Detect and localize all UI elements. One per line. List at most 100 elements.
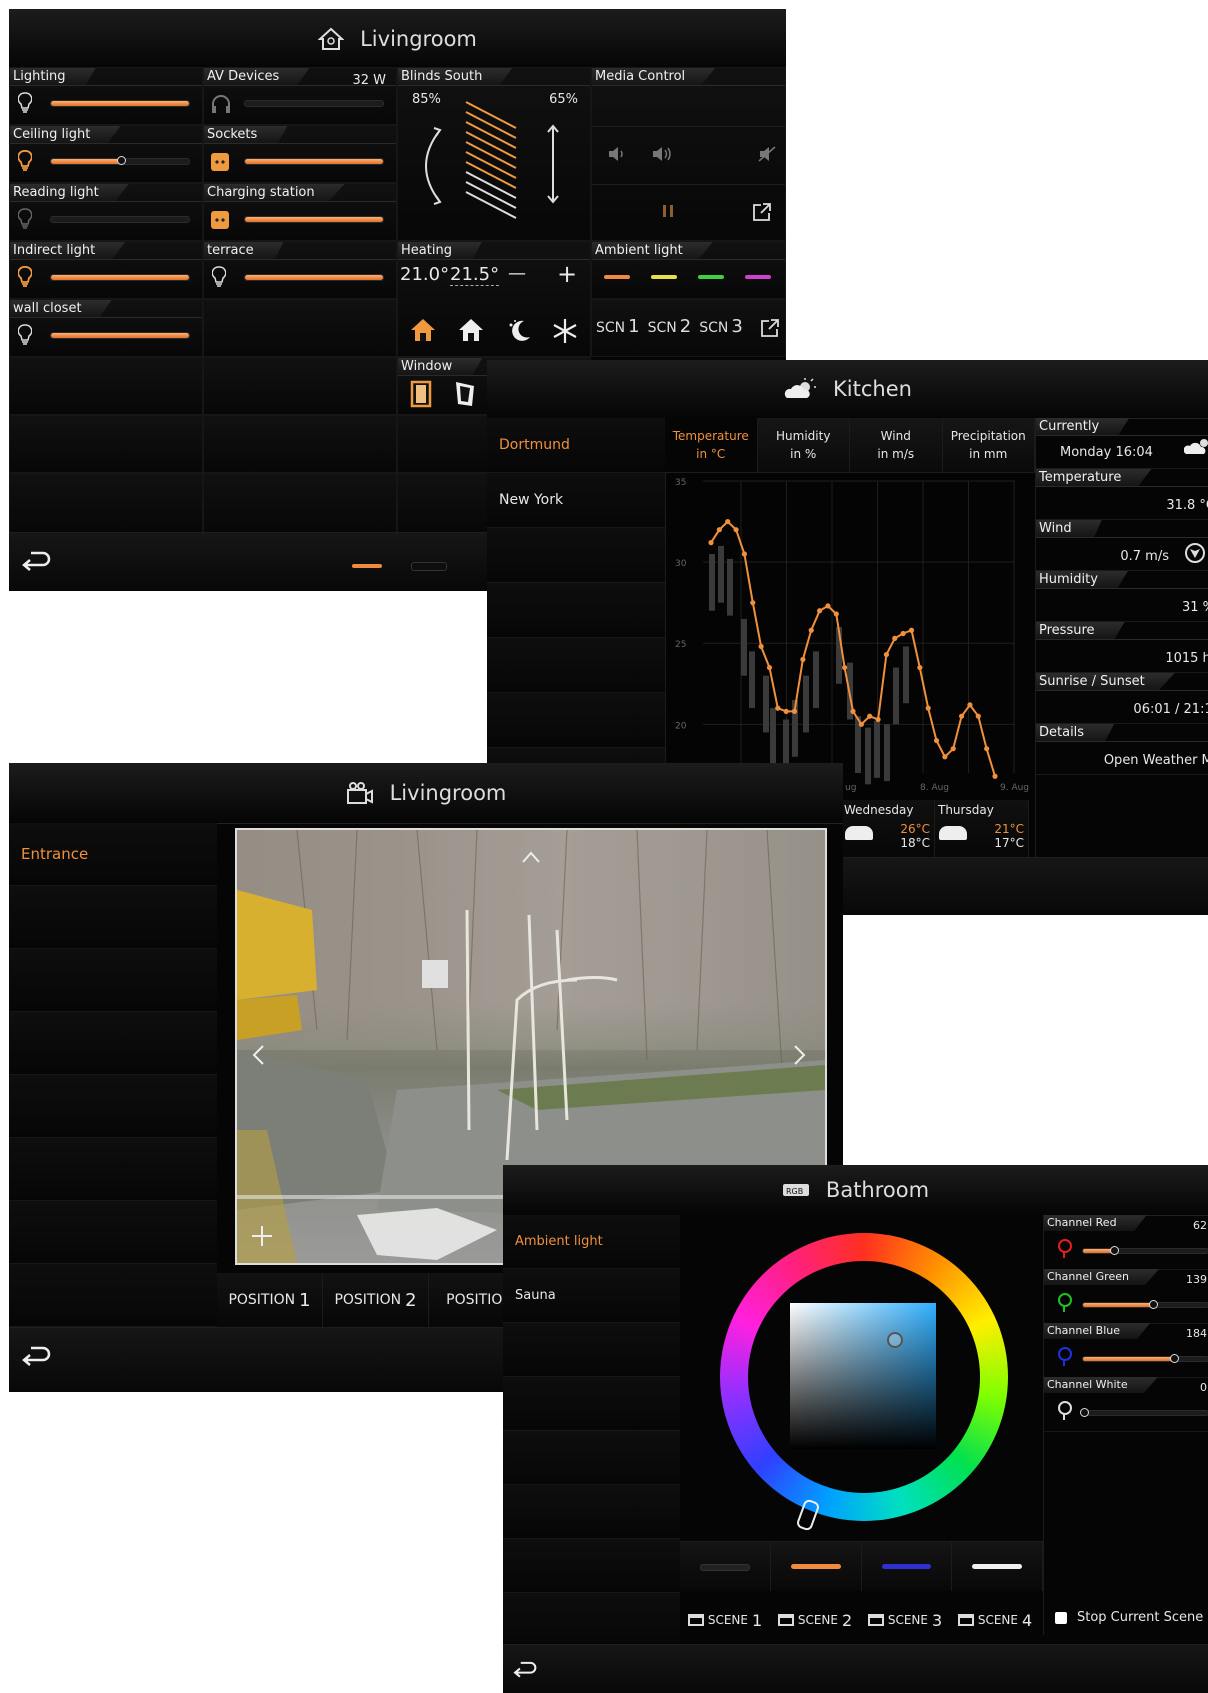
tile-media-control[interactable]: Media Control: [591, 67, 786, 241]
chart-tab[interactable]: Wind in m/s: [850, 418, 943, 473]
tile-ambient-light[interactable]: Ambient light: [591, 241, 786, 299]
volume-down-icon[interactable]: [608, 146, 626, 162]
slider-knob[interactable]: [1148, 1300, 1158, 1309]
scene-button[interactable]: SCN 3: [699, 316, 743, 337]
night-mode-icon[interactable]: [506, 318, 532, 344]
camera-position-button[interactable]: POSITION 2: [323, 1273, 429, 1327]
color-picker-handle[interactable]: [887, 1332, 903, 1348]
color-preset[interactable]: [680, 1541, 771, 1591]
ceiling-light-slider[interactable]: [50, 156, 190, 165]
details-block[interactable]: Details Open Weather Map: [1036, 724, 1208, 775]
chart-tab[interactable]: Temperature in °C: [665, 418, 758, 473]
chart-tab[interactable]: Precipitation in mm: [942, 418, 1035, 473]
scene-button[interactable]: SCN 2: [648, 316, 692, 337]
indirect-light-slider[interactable]: [50, 274, 190, 281]
av-devices-slider[interactable]: [244, 100, 384, 107]
color-preset[interactable]: [952, 1541, 1043, 1591]
channel-control[interactable]: Channel White 0: [1044, 1377, 1208, 1432]
external-link-icon[interactable]: [760, 318, 780, 338]
tile-lighting[interactable]: Lighting: [9, 67, 203, 125]
tile-label: Sockets: [204, 126, 288, 144]
humidity-value: 31 %: [1181, 600, 1208, 615]
mute-icon[interactable]: [758, 146, 776, 162]
heating-minus-button[interactable]: —: [508, 263, 526, 284]
room-list-item[interactable]: Sauna: [503, 1269, 680, 1323]
pause-icon[interactable]: [662, 204, 674, 218]
back-arrow-icon[interactable]: [19, 549, 51, 577]
channel-control[interactable]: Channel Red 62: [1044, 1215, 1208, 1270]
heating-setpoint[interactable]: 21.5°: [450, 264, 500, 286]
tile-blinds-south[interactable]: Blinds South 85% 65%: [397, 67, 591, 241]
stop-scene-checkbox[interactable]: [1055, 1611, 1067, 1624]
tile-terrace[interactable]: terrace: [203, 241, 397, 299]
back-arrow-icon[interactable]: [511, 1659, 537, 1683]
tile-reading-light[interactable]: Reading light: [9, 183, 203, 241]
heating-plus-button[interactable]: +: [557, 260, 577, 288]
external-link-icon[interactable]: [752, 202, 772, 222]
tile-sockets[interactable]: Sockets: [203, 125, 397, 183]
scene-button[interactable]: SCENE 2: [770, 1611, 860, 1630]
blind-position-arrow-icon[interactable]: [546, 124, 560, 204]
slider-knob[interactable]: [1110, 1246, 1119, 1255]
channel-slider[interactable]: [1082, 1354, 1208, 1363]
zoom-in-icon[interactable]: [251, 1225, 273, 1247]
camera-list-item[interactable]: Entrance: [9, 823, 217, 886]
chart-tab[interactable]: Humidity in %: [757, 418, 850, 473]
page-title: Livingroom: [360, 27, 477, 51]
saturation-value-square[interactable]: [790, 1303, 936, 1449]
tile-indirect-light[interactable]: Indirect light: [9, 241, 203, 299]
tile-av-devices[interactable]: AV Devices 32 W: [203, 67, 397, 125]
camera-position-button[interactable]: POSITION 1: [217, 1273, 323, 1327]
ambient-color-swatch[interactable]: [651, 275, 677, 279]
tile-label: Ambient light: [592, 242, 713, 260]
scene-button[interactable]: SCENE 1: [680, 1611, 770, 1630]
slider-knob[interactable]: [117, 156, 126, 165]
color-preset[interactable]: [770, 1541, 862, 1591]
sockets-slider[interactable]: [244, 158, 384, 165]
page-indicator[interactable]: [411, 562, 447, 571]
ambient-color-swatch[interactable]: [745, 275, 771, 279]
scene-button[interactable]: SCENE 4: [950, 1611, 1040, 1630]
page-indicator-active[interactable]: [352, 564, 382, 568]
details-link[interactable]: Open Weather Map: [1104, 753, 1208, 768]
scene-button[interactable]: SCN 1: [596, 316, 640, 337]
tile-wall-closet[interactable]: wall closet: [9, 299, 203, 357]
standby-mode-icon[interactable]: [458, 318, 484, 342]
city-list-item[interactable]: Dortmund: [487, 418, 665, 473]
channel-slider[interactable]: [1082, 1300, 1208, 1309]
back-arrow-icon[interactable]: [19, 1344, 51, 1372]
room-list-item[interactable]: Ambient light: [503, 1215, 680, 1269]
channel-slider[interactable]: [1082, 1246, 1208, 1255]
channel-control[interactable]: Channel Green 139: [1044, 1269, 1208, 1324]
city-list-item[interactable]: New York: [487, 473, 665, 528]
tile-heating[interactable]: Heating 21.0° 21.5° — +: [397, 241, 591, 357]
slider-knob[interactable]: [1080, 1408, 1089, 1417]
channel-value: 184: [1186, 1327, 1207, 1340]
scene-button[interactable]: SCENE 3: [860, 1611, 950, 1630]
weather-cloud-sun-icon: [1184, 439, 1208, 454]
charging-station-slider[interactable]: [244, 216, 384, 223]
reading-light-slider[interactable]: [50, 216, 190, 223]
comfort-mode-icon[interactable]: [410, 318, 436, 342]
lighting-slider[interactable]: [50, 100, 190, 107]
wall-closet-slider[interactable]: [50, 332, 190, 339]
terrace-slider[interactable]: [244, 274, 384, 281]
tile-charging-station[interactable]: Charging station: [203, 183, 397, 241]
blind-angle-arc-icon[interactable]: [418, 126, 442, 206]
slider-knob[interactable]: [1170, 1354, 1179, 1363]
ambient-color-swatch[interactable]: [698, 275, 724, 279]
temperature-point: [850, 708, 856, 714]
stop-scene-control[interactable]: Stop Current Scene: [1055, 1610, 1203, 1625]
tile-ceiling-light[interactable]: Ceiling light: [9, 125, 203, 183]
volume-up-icon[interactable]: [652, 146, 674, 162]
channel-slider[interactable]: [1080, 1408, 1208, 1417]
tile-scenes[interactable]: SCN 1 SCN 2 SCN 3: [591, 299, 786, 357]
temperature-point: [758, 643, 764, 650]
chevron-left-icon[interactable]: [251, 1044, 265, 1066]
ambient-color-swatch[interactable]: [604, 275, 630, 279]
chevron-up-icon[interactable]: [521, 850, 541, 864]
color-preset[interactable]: [861, 1541, 953, 1591]
frost-protection-icon[interactable]: [552, 318, 578, 344]
chevron-right-icon[interactable]: [793, 1044, 807, 1066]
channel-control[interactable]: Channel Blue 184: [1044, 1323, 1208, 1378]
